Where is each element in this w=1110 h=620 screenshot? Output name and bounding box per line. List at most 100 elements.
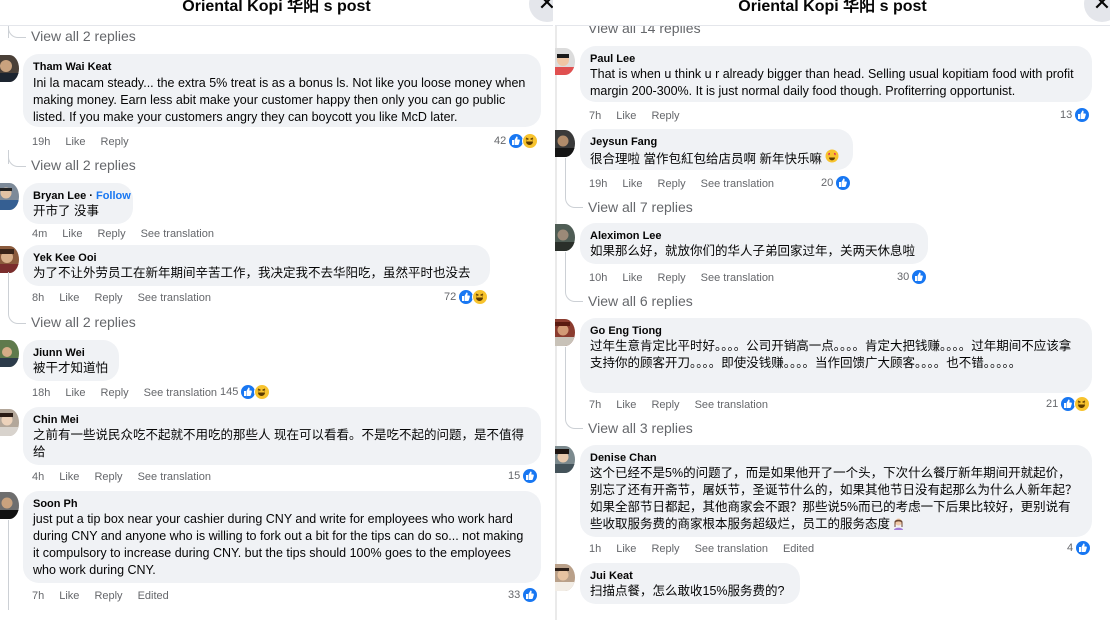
comment-author[interactable]: Paul Lee: [590, 52, 1082, 66]
like-reaction-icon: [911, 269, 928, 285]
see-translation-link[interactable]: See translation: [695, 399, 768, 411]
reaction-summary[interactable]: 30: [897, 269, 928, 285]
reaction-summary[interactable]: 20: [821, 175, 852, 191]
haha-reaction-icon: [1074, 396, 1091, 412]
comment-author[interactable]: Jui Keat: [590, 569, 790, 583]
close-button[interactable]: ✕: [529, 0, 553, 22]
reply-button[interactable]: Reply: [651, 543, 679, 555]
reply-button[interactable]: Reply: [101, 387, 129, 399]
thread-line: [565, 158, 566, 198]
avatar[interactable]: [555, 446, 575, 473]
like-button[interactable]: Like: [616, 399, 636, 411]
haha-reaction-icon: [522, 133, 539, 149]
comment-author[interactable]: Tham Wai Keat: [33, 60, 531, 74]
avatar[interactable]: [555, 48, 575, 75]
avatar[interactable]: [0, 183, 19, 210]
comment-time[interactable]: 19h: [32, 136, 50, 148]
comment-time[interactable]: 4h: [32, 471, 44, 483]
comment-bubble: Denise Chan 这个已经不是5%的问题了，而是如果他开了一个头，下次什么…: [580, 445, 1092, 537]
reaction-summary[interactable]: 4: [1067, 540, 1092, 556]
comment-time[interactable]: 18h: [32, 387, 50, 399]
edited-label: Edited: [137, 590, 169, 602]
woman-emoji-icon: [894, 518, 904, 530]
view-replies-link[interactable]: View all 2 replies: [31, 314, 136, 330]
comment-time[interactable]: 10h: [589, 272, 607, 284]
like-button[interactable]: Like: [616, 543, 636, 555]
reply-button[interactable]: Reply: [94, 471, 122, 483]
like-reaction-icon: [522, 468, 539, 484]
view-replies-link[interactable]: View all 3 replies: [588, 420, 693, 436]
like-button[interactable]: Like: [59, 590, 79, 602]
avatar[interactable]: [0, 55, 19, 82]
reaction-summary[interactable]: 72: [444, 289, 489, 305]
avatar[interactable]: [0, 409, 19, 436]
see-translation-link[interactable]: See translation: [695, 543, 768, 555]
see-translation-link[interactable]: See translation: [144, 387, 217, 399]
avatar[interactable]: [555, 224, 575, 251]
comment-author[interactable]: Bryan Lee: [33, 190, 86, 202]
reaction-summary[interactable]: 21: [1046, 396, 1091, 412]
avatar[interactable]: [0, 246, 19, 273]
comment-time[interactable]: 7h: [589, 110, 601, 122]
view-replies-link[interactable]: View all 6 replies: [588, 293, 693, 309]
comment-time[interactable]: 19h: [589, 178, 607, 190]
reply-button[interactable]: Reply: [651, 399, 679, 411]
comment-time[interactable]: 1h: [589, 543, 601, 555]
avatar[interactable]: [0, 492, 19, 519]
reaction-summary[interactable]: 42: [494, 133, 539, 149]
reply-button[interactable]: Reply: [94, 292, 122, 304]
see-translation-link[interactable]: See translation: [701, 178, 774, 190]
post-header: Oriental Kopi 华阳 s post ✕: [555, 0, 1110, 26]
avatar[interactable]: [555, 319, 575, 346]
comment-time[interactable]: 7h: [589, 399, 601, 411]
avatar[interactable]: [555, 564, 575, 591]
reaction-summary[interactable]: 33: [508, 587, 539, 603]
comment-bubble: Paul Lee That is when u think u r alread…: [580, 46, 1092, 102]
comment-time[interactable]: 4m: [32, 228, 47, 240]
like-button[interactable]: Like: [62, 228, 82, 240]
comment-time[interactable]: 7h: [32, 590, 44, 602]
like-button[interactable]: Like: [622, 272, 642, 284]
like-button[interactable]: Like: [65, 136, 85, 148]
reaction-summary[interactable]: 13: [1060, 107, 1091, 123]
reply-button[interactable]: Reply: [658, 178, 686, 190]
comment-author[interactable]: Jiunn Wei: [33, 346, 109, 360]
like-button[interactable]: Like: [616, 110, 636, 122]
see-translation-link[interactable]: See translation: [138, 292, 211, 304]
reply-button[interactable]: Reply: [101, 136, 129, 148]
close-button[interactable]: ✕: [1084, 0, 1110, 22]
comment-author[interactable]: Denise Chan: [590, 451, 1082, 465]
avatar[interactable]: [0, 340, 19, 367]
reaction-summary[interactable]: 145: [220, 384, 271, 400]
follow-button[interactable]: Follow: [96, 190, 131, 202]
view-replies-link[interactable]: View all 2 replies: [31, 28, 136, 44]
comment-author[interactable]: Soon Ph: [33, 497, 531, 511]
reaction-summary[interactable]: 15: [508, 468, 539, 484]
reaction-count: 33: [508, 589, 521, 601]
like-button[interactable]: Like: [59, 471, 79, 483]
reply-button[interactable]: Reply: [651, 110, 679, 122]
view-replies-link[interactable]: View all 7 replies: [588, 199, 693, 215]
see-translation-link[interactable]: See translation: [138, 471, 211, 483]
comment-author[interactable]: Jeysun Fang: [590, 135, 843, 149]
reply-button[interactable]: Reply: [94, 590, 122, 602]
like-button[interactable]: Like: [622, 178, 642, 190]
comment-author[interactable]: Go Eng Tiong: [590, 324, 1082, 338]
like-button[interactable]: Like: [59, 292, 79, 304]
reply-button[interactable]: Reply: [658, 272, 686, 284]
comment-text: 被干才知道怕: [33, 361, 109, 375]
like-reaction-icon: [835, 175, 852, 191]
avatar[interactable]: [555, 130, 575, 157]
comment-time[interactable]: 8h: [32, 292, 44, 304]
like-button[interactable]: Like: [65, 387, 85, 399]
comment-text-block: 这个已经不是5%的问题了，而是如果他开了一个头，下次什么餐厅新年期间开就起价，别…: [590, 465, 1082, 533]
view-replies-link[interactable]: View all 2 replies: [31, 157, 136, 173]
panel-divider: [555, 0, 557, 620]
reply-button[interactable]: Reply: [97, 228, 125, 240]
comment-author[interactable]: Yek Kee Ooi: [33, 251, 480, 265]
see-translation-link[interactable]: See translation: [141, 228, 214, 240]
see-translation-link[interactable]: See translation: [701, 272, 774, 284]
comment-author[interactable]: Aleximon Lee: [590, 229, 918, 243]
comment-author[interactable]: Chin Mei: [33, 413, 531, 427]
reaction-count: 13: [1060, 109, 1073, 121]
